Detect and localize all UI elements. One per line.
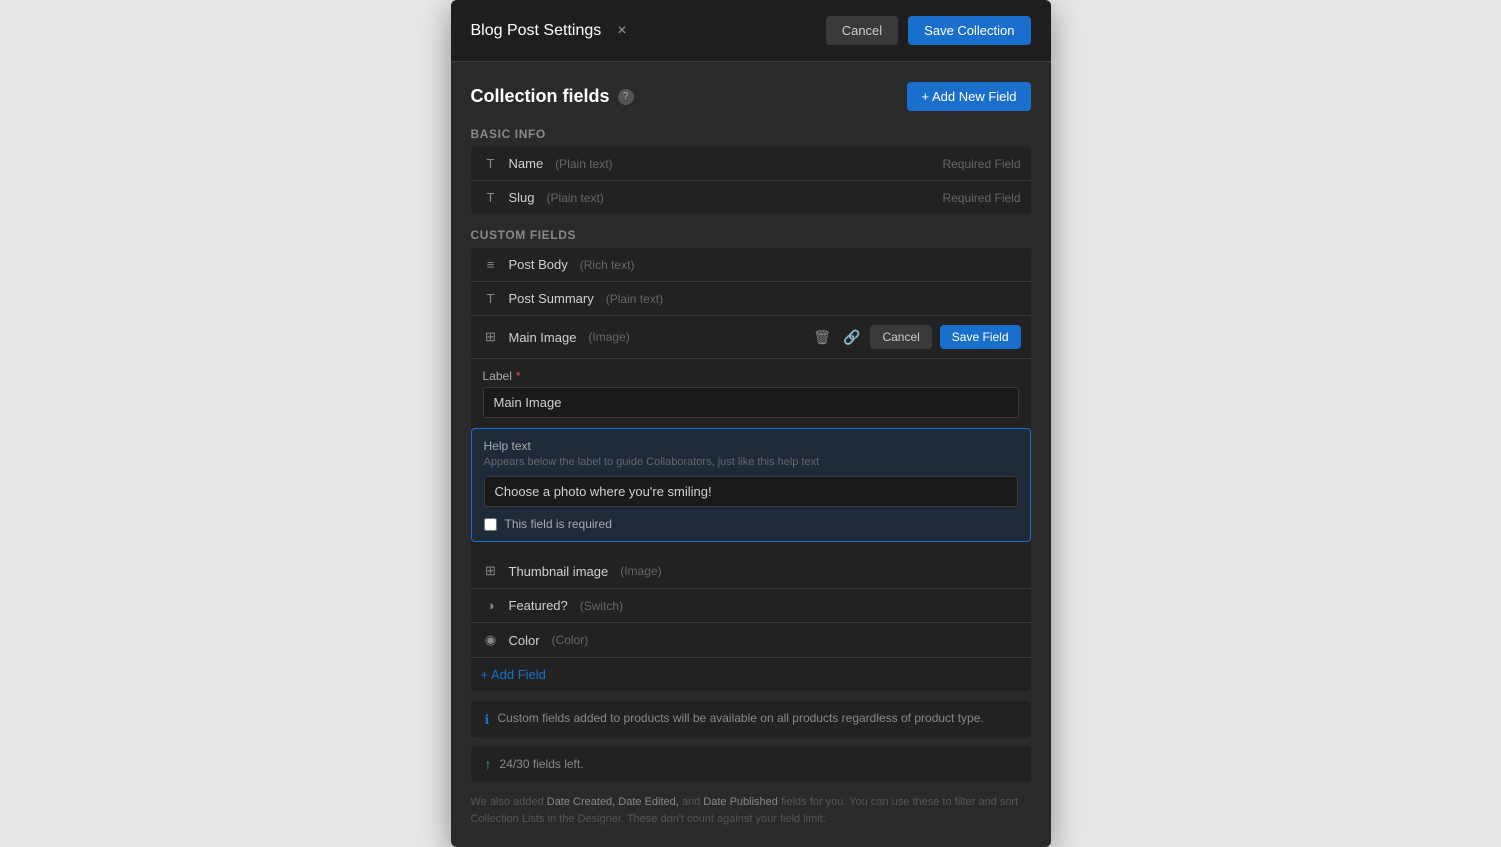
- text-icon: T: [481, 156, 501, 171]
- field-type: (Color): [552, 633, 589, 647]
- field-type: (Plain text): [547, 191, 604, 205]
- delete-icon[interactable]: 🗑: [811, 327, 833, 348]
- help-text-box: Help text Appears below the label to gui…: [471, 428, 1031, 542]
- required-field-label: Required Field: [942, 157, 1020, 171]
- table-row: T Post Summary (Plain text): [471, 282, 1031, 316]
- cancel-button[interactable]: Cancel: [826, 16, 898, 45]
- required-checkbox-row: This field is required: [484, 517, 1018, 531]
- image-icon: ⊞: [481, 329, 501, 345]
- field-name: Thumbnail image: [509, 564, 609, 579]
- table-row: T Slug (Plain text) Required Field: [471, 181, 1031, 214]
- color-icon: ◉: [481, 632, 501, 648]
- field-editor-actions: 🗑 🔗 Cancel Save Field: [811, 325, 1020, 349]
- table-row: ⊞ Thumbnail image (Image): [471, 554, 1031, 589]
- help-text-title: Help text: [484, 439, 1018, 453]
- table-row: T Name (Plain text) Required Field: [471, 147, 1031, 181]
- field-name: Post Body: [509, 257, 568, 272]
- field-name: Slug: [509, 190, 535, 205]
- field-type: (Switch): [580, 599, 623, 613]
- title-group: Blog Post Settings ×: [471, 20, 633, 42]
- required-field-label: Required Field: [942, 191, 1020, 205]
- save-field-button[interactable]: Save Field: [940, 325, 1021, 349]
- info-text: Custom fields added to products will be …: [497, 711, 983, 725]
- header-actions: Cancel Save Collection: [826, 16, 1031, 45]
- text-icon: T: [481, 291, 501, 306]
- custom-fields-label: Custom fields: [471, 228, 1031, 242]
- field-name: Featured?: [509, 598, 568, 613]
- field-type: (Plain text): [555, 157, 612, 171]
- add-field-label: + Add Field: [481, 667, 546, 682]
- modal-body: Collection fields ? + Add New Field Basi…: [451, 62, 1051, 847]
- close-button[interactable]: ×: [611, 20, 632, 42]
- arrow-up-icon: ↑: [485, 756, 492, 772]
- custom-fields-container: ≡ Post Body (Rich text) T Post Summary (…: [471, 248, 1031, 691]
- label-input[interactable]: [483, 387, 1019, 418]
- modal-header: Blog Post Settings × Cancel Save Collect…: [451, 0, 1051, 62]
- basic-info-fields: T Name (Plain text) Required Field T Slu…: [471, 147, 1031, 214]
- required-checkbox-label: This field is required: [505, 517, 612, 531]
- field-name: Name: [509, 156, 544, 171]
- add-new-field-button[interactable]: + Add New Field: [907, 82, 1030, 111]
- fields-left-bar: ↑ 24/30 fields left.: [471, 746, 1031, 782]
- required-checkbox[interactable]: [484, 518, 497, 531]
- image-icon: ⊞: [481, 563, 501, 579]
- link-icon[interactable]: 🔗: [841, 327, 862, 348]
- field-type: (Plain text): [606, 292, 663, 306]
- footer-note: We also added Date Created, Date Edited,…: [471, 794, 1031, 827]
- basic-info-label: Basic info: [471, 127, 1031, 141]
- field-form: Label * Help text Appears below the labe…: [471, 359, 1031, 554]
- cancel-field-button[interactable]: Cancel: [870, 325, 931, 349]
- field-name: Color: [509, 633, 540, 648]
- text-icon: T: [481, 190, 501, 205]
- field-type: (Image): [588, 330, 629, 344]
- modal-title: Blog Post Settings: [471, 22, 602, 40]
- help-text-desc: Appears below the label to guide Collabo…: [484, 456, 1018, 468]
- add-field-row[interactable]: + Add Field: [471, 658, 1031, 691]
- table-row: ≡ Post Body (Rich text): [471, 248, 1031, 282]
- required-star: *: [516, 369, 521, 383]
- blog-post-settings-modal: Blog Post Settings × Cancel Save Collect…: [451, 0, 1051, 847]
- info-icon: ℹ: [485, 712, 490, 728]
- field-name: Post Summary: [509, 291, 594, 306]
- fields-left-count: 24/30 fields left.: [500, 757, 584, 771]
- save-collection-button[interactable]: Save Collection: [908, 16, 1030, 45]
- help-icon[interactable]: ?: [618, 89, 634, 105]
- section-title: Collection fields: [471, 86, 610, 107]
- section-header: Collection fields ? + Add New Field: [471, 82, 1031, 111]
- main-image-row: ⊞ Main Image (Image) 🗑 🔗 Cancel Save Fie…: [471, 316, 1031, 359]
- table-row: ◑ Featured? (Switch): [471, 589, 1031, 623]
- label-field-label: Label *: [483, 369, 1019, 383]
- field-type: (Image): [620, 564, 661, 578]
- table-row: ◉ Color (Color): [471, 623, 1031, 658]
- rich-text-icon: ≡: [481, 257, 501, 272]
- section-title-group: Collection fields ?: [471, 86, 634, 107]
- switch-icon: ◑: [481, 598, 501, 613]
- info-bar: ℹ Custom fields added to products will b…: [471, 701, 1031, 738]
- field-name: Main Image: [509, 330, 577, 345]
- help-text-input[interactable]: [484, 476, 1018, 507]
- field-type: (Rich text): [580, 258, 635, 272]
